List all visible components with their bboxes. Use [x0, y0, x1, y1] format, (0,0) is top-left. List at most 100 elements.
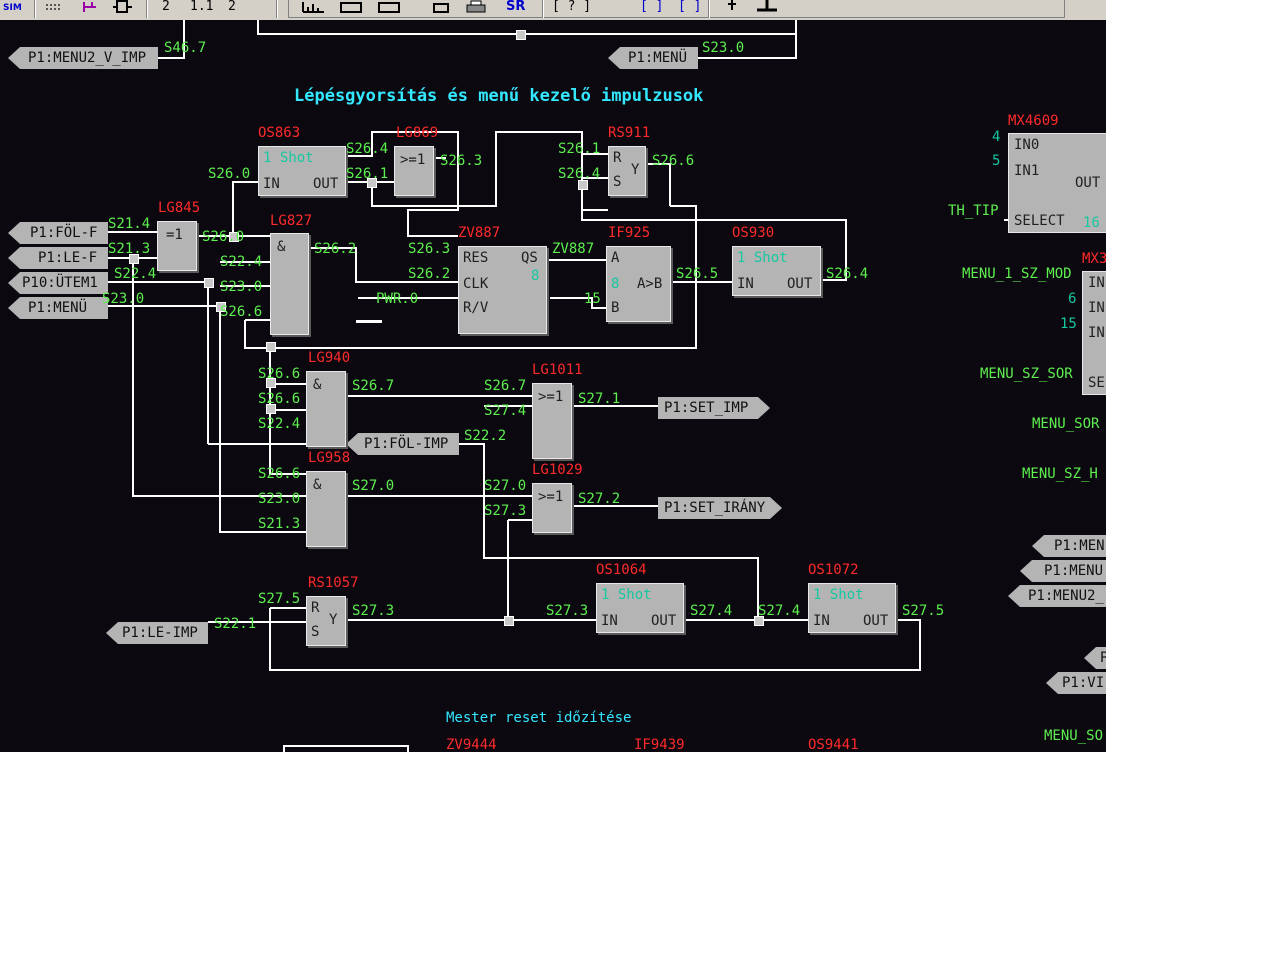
diagram-canvas[interactable]: Lépésgyorsítás és menű kezelő impulzusok… [0, 20, 1106, 752]
print-icon[interactable] [430, 0, 452, 18]
tag-fol-f[interactable]: P1:FÖL-F [8, 222, 108, 244]
tag-right-menu[interactable]: P1:MENU [1020, 560, 1106, 582]
block-os1072[interactable]: 1 Shot IN OUT [808, 583, 896, 633]
signal-label: S26.2 [314, 241, 357, 257]
block-lg958[interactable]: & [306, 471, 346, 547]
bracket-blue2-button[interactable]: [ ] [678, 0, 701, 18]
tag-fol-imp[interactable]: P1:FÖL-IMP [346, 433, 459, 455]
block-lg940[interactable]: & [306, 371, 346, 447]
tag-le-imp[interactable]: P1:LE-IMP [106, 622, 208, 644]
signal-label: S27.4 [690, 603, 733, 619]
signal-label: S27.0 [352, 478, 395, 494]
connect-icon[interactable] [80, 0, 102, 18]
const-6: 6 [1068, 291, 1077, 307]
block-lg869[interactable]: >=1 [394, 146, 434, 196]
block-lg1029[interactable]: >=1 [532, 483, 572, 533]
toolbar-separator [276, 0, 278, 18]
signal-label: S21.3 [258, 516, 301, 532]
block-name: OS1064 [596, 562, 647, 578]
signal-label: S26.5 [676, 266, 719, 282]
signal-label: PWR.0 [376, 291, 419, 307]
block-name: OS930 [732, 225, 775, 241]
pin-select: SELECT [1014, 213, 1065, 229]
block-name: OS9441 [808, 737, 859, 753]
chart-icon[interactable] [300, 0, 326, 18]
block-rs1057[interactable]: R S Y [306, 596, 346, 646]
signal-label: S27.4 [758, 603, 801, 619]
block-name: IF925 [608, 225, 651, 241]
signal-label: S26.4 [826, 266, 869, 282]
toolbar: SIM 2 1.1 2 SR [ ? ] [ ] [ ] [0, 0, 1106, 21]
block-lg1011[interactable]: >=1 [532, 383, 572, 459]
tag-set-irany[interactable]: P1:SET_IRÁNY [658, 497, 782, 519]
window-icon[interactable] [338, 0, 364, 18]
block-os1064[interactable]: 1 Shot IN OUT [596, 583, 684, 633]
tag-menu-left[interactable]: P1:MENÜ [8, 297, 108, 319]
block-lg827[interactable]: & [270, 233, 309, 335]
pin-a: A [611, 250, 620, 266]
pin-in0: IN0 [1014, 137, 1040, 153]
window2-icon[interactable] [376, 0, 402, 18]
signal-label: S21.4 [108, 216, 151, 232]
block-name: MX4609 [1008, 113, 1059, 129]
block-line: 1 Shot [813, 587, 864, 603]
tag-set-imp[interactable]: P1:SET_IMP [658, 397, 770, 419]
step-left-button[interactable]: 2 [162, 0, 170, 18]
tag-menu-top[interactable]: P1:MENÜ [608, 47, 698, 69]
signal-label: S46.7 [164, 40, 207, 56]
tag-le-f[interactable]: P1:LE-F [8, 247, 108, 269]
pin-icon[interactable] [722, 0, 742, 18]
block-os930[interactable]: 1 Shot IN OUT [732, 246, 821, 296]
step-right-button[interactable]: 2 [228, 0, 236, 18]
block-mx4609[interactable]: IN0 IN1 OUT SELECT 16 [1008, 133, 1106, 233]
block-zv887[interactable]: RES CLK R/V QS 8 [458, 246, 547, 334]
step-mid-button[interactable]: 1.1 [190, 0, 213, 18]
block-name: RS911 [608, 125, 651, 141]
signal-label: S27.3 [546, 603, 589, 619]
block-op: >=1 [400, 152, 426, 168]
pin-qs: QS [521, 250, 538, 266]
tool-panel [288, 0, 1065, 18]
block-os863[interactable]: 1 Shot IN OUT [258, 146, 346, 196]
const-15: 15 [1060, 316, 1077, 332]
signal-label: S27.3 [484, 503, 527, 519]
tag-right-vi[interactable]: P1:VI [1046, 672, 1106, 694]
bracket-button[interactable]: [ ? ] [552, 0, 591, 18]
pin-select: SE [1088, 375, 1105, 391]
signal-label: S23.0 [102, 291, 145, 307]
bracket-blue-button[interactable]: [ ] [640, 0, 663, 18]
signal-label: S27.0 [484, 478, 527, 494]
block-rs911[interactable]: R S Y [608, 146, 646, 196]
tag-menu2-v-imp[interactable]: P1:MENU2_V_IMP [8, 47, 158, 69]
signal-label: S27.5 [902, 603, 945, 619]
block-if925[interactable]: A 8 B A>B [606, 246, 671, 322]
grid-icon[interactable] [44, 0, 66, 18]
pin-out: OUT [651, 613, 677, 629]
toolbar-separator [542, 0, 544, 18]
signal-label: S26.6 [258, 366, 301, 382]
tag-right-p[interactable]: P [1084, 647, 1106, 669]
block-lg845[interactable]: =1 [157, 221, 197, 271]
junction[interactable] [516, 30, 526, 40]
block-icon[interactable] [112, 0, 134, 18]
pin-y: Y [631, 162, 640, 178]
sim-button[interactable]: SIM [3, 1, 22, 19]
signal-label: MENU_SZ_H [1022, 466, 1098, 482]
block-mx3[interactable]: IN IN IN SE [1082, 271, 1106, 395]
signal-label: S26.4 [558, 166, 601, 182]
block-op: & [313, 377, 322, 393]
ground-icon[interactable] [754, 0, 780, 18]
block-line: 1 Shot [737, 250, 788, 266]
tag-utem1[interactable]: P10:ÜTEM1 [8, 272, 108, 294]
junction[interactable] [266, 342, 276, 352]
signal-label: S22.4 [114, 266, 157, 282]
tag-right-menu2[interactable]: P1:MENU2_ [1008, 585, 1106, 607]
block-op: >=1 [538, 389, 564, 405]
block-value: 8 [611, 276, 620, 292]
sr-button[interactable]: SR [506, 0, 525, 18]
printer-icon[interactable] [464, 0, 488, 18]
tag-right-men1[interactable]: P1:MEN [1032, 535, 1106, 557]
junction[interactable] [204, 278, 214, 288]
junction[interactable] [504, 616, 514, 626]
pin-b: B [611, 300, 620, 316]
